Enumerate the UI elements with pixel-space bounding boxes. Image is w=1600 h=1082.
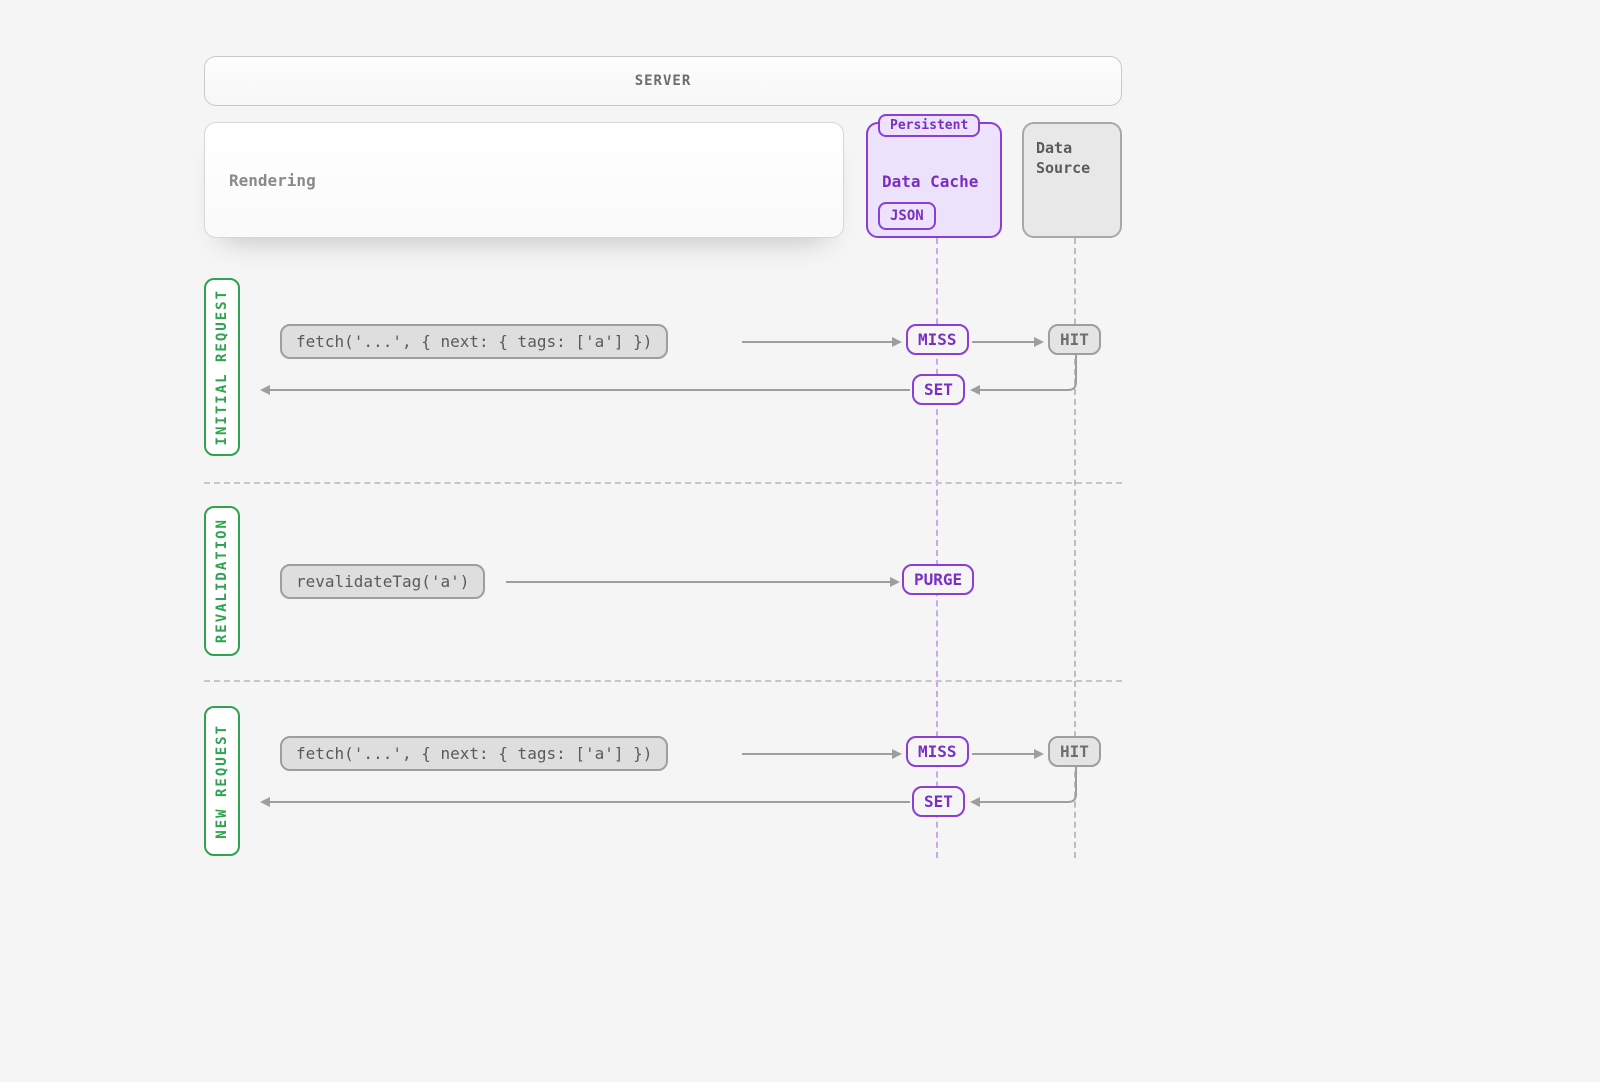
- badge-set-1: SET: [912, 374, 965, 405]
- server-header: SERVER: [204, 56, 1122, 106]
- json-tag: JSON: [878, 202, 936, 230]
- persistent-tag: Persistent: [878, 114, 980, 137]
- badge-hit-1: HIT: [1048, 324, 1101, 355]
- arrow-hit-to-set-2: [970, 766, 1080, 810]
- divider-1: [204, 482, 1122, 484]
- phase-new-request: NEW REQUEST: [204, 706, 240, 856]
- arrow-fetch-to-miss-2: [742, 748, 902, 760]
- arrow-fetch-to-miss-1: [742, 336, 902, 348]
- divider-2: [204, 680, 1122, 682]
- phase-label: NEW REQUEST: [214, 724, 230, 839]
- badge-miss-1: MISS: [906, 324, 969, 355]
- badge-hit-2: HIT: [1048, 736, 1101, 767]
- phase-label: INITIAL REQUEST: [214, 289, 230, 445]
- arrow-miss-to-hit-2: [972, 748, 1044, 760]
- data-source-label: Data Source: [1036, 139, 1090, 177]
- arrow-set-return-1: [260, 384, 910, 396]
- badge-purge: PURGE: [902, 564, 974, 595]
- code-fetch-2: fetch('...', { next: { tags: ['a'] }): [280, 736, 668, 771]
- arrow-set-return-2: [260, 796, 910, 808]
- data-source-box: Data Source: [1022, 122, 1122, 238]
- code-revalidate: revalidateTag('a'): [280, 564, 485, 599]
- code-fetch-1: fetch('...', { next: { tags: ['a'] }): [280, 324, 668, 359]
- arrow-hit-to-set-1: [970, 354, 1080, 398]
- rendering-box: Rendering: [204, 122, 844, 238]
- diagram-root: SERVER Rendering Data Cache Persistent J…: [0, 0, 1600, 1082]
- badge-set-2: SET: [912, 786, 965, 817]
- arrow-revalidate-to-purge: [506, 576, 900, 588]
- phase-initial-request: INITIAL REQUEST: [204, 278, 240, 456]
- arrow-miss-to-hit-1: [972, 336, 1044, 348]
- phase-revalidation: REVALIDATION: [204, 506, 240, 656]
- badge-miss-2: MISS: [906, 736, 969, 767]
- phase-label: REVALIDATION: [214, 518, 230, 643]
